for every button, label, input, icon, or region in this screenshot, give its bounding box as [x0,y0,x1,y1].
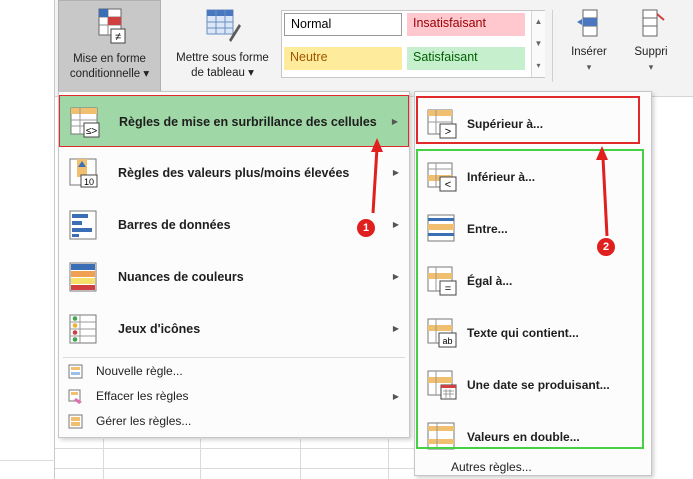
annotation-badge-2: 2 [597,238,615,256]
arrow-2-icon [596,146,609,237]
arrow-1-icon [371,138,383,214]
annotation-arrows [371,138,609,237]
annotation-badge-1: 1 [357,219,375,237]
